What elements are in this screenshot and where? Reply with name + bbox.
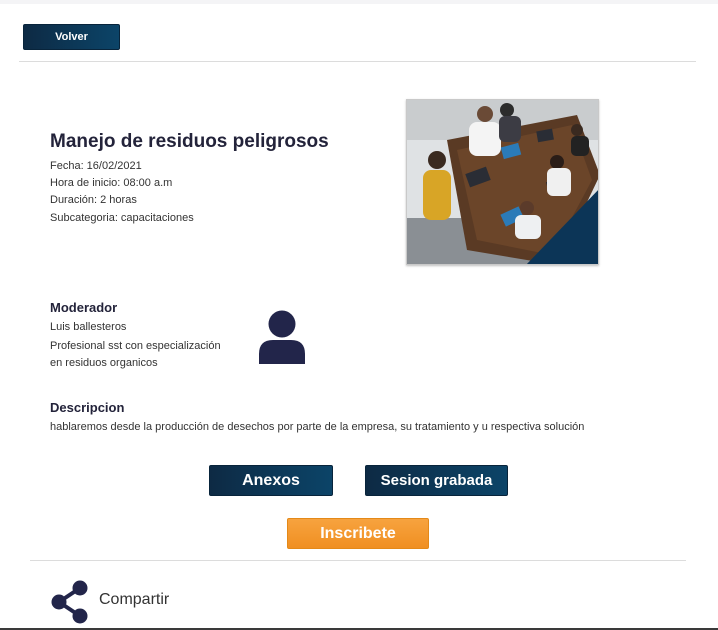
user-avatar-icon	[257, 309, 307, 365]
header-divider	[19, 61, 696, 62]
footer-divider	[30, 560, 686, 561]
top-strip	[0, 0, 718, 4]
description-text: hablaremos desde la producción de desech…	[50, 421, 585, 433]
share-icon[interactable]	[49, 580, 89, 624]
anexos-button[interactable]: Anexos	[209, 465, 333, 496]
event-title: Manejo de residuos peligrosos	[50, 131, 329, 152]
event-duration: Duración: 2 horas	[50, 194, 137, 206]
enroll-button[interactable]: Inscribete	[287, 518, 429, 549]
description-heading: Descripcion	[50, 400, 125, 415]
moderator-heading: Moderador	[50, 300, 118, 315]
moderator-description: Profesional sst con especialización en r…	[50, 340, 221, 369]
event-photo	[406, 99, 599, 265]
moderator-name: Luis ballesteros	[50, 321, 127, 333]
event-start-time: Hora de inicio: 08:00 a.m	[50, 177, 173, 189]
share-label[interactable]: Compartir	[99, 591, 169, 609]
back-button[interactable]: Volver	[23, 24, 120, 50]
recorded-session-button[interactable]: Sesion grabada	[365, 465, 508, 496]
event-subcategory: Subcategoria: capacitaciones	[50, 212, 194, 224]
event-date: Fecha: 16/02/2021	[50, 160, 142, 172]
